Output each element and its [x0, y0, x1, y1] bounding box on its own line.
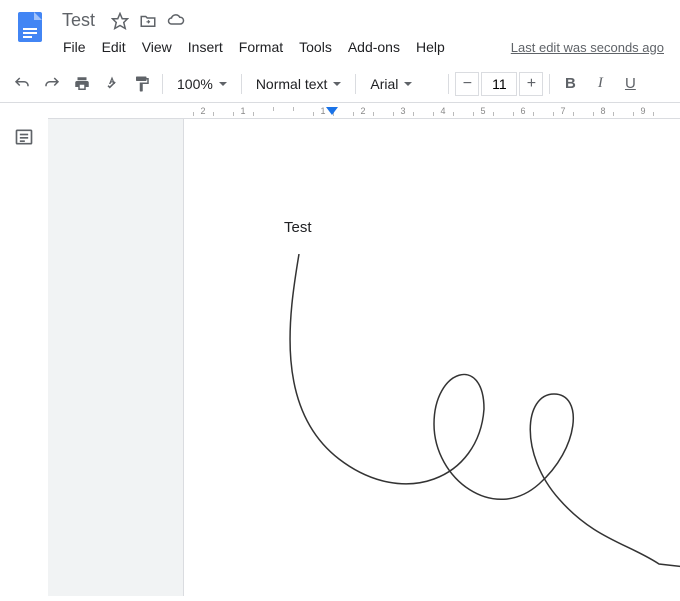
ruler-tick: 8: [583, 106, 623, 116]
chevron-down-icon: [333, 82, 341, 86]
move-folder-icon[interactable]: [139, 12, 157, 30]
left-sidebar: [0, 103, 48, 596]
ruler-tick: 1: [223, 106, 263, 116]
spellcheck-button[interactable]: [98, 70, 126, 98]
docs-logo-icon[interactable]: [12, 8, 48, 44]
menu-help[interactable]: Help: [409, 35, 452, 59]
zoom-value: 100%: [177, 76, 213, 92]
ruler-tick: 6: [503, 106, 543, 116]
header-main: Test File Edit View Insert Format Tools …: [56, 8, 668, 59]
toolbar: 100% Normal text Arial − + B I U: [0, 65, 680, 103]
chevron-down-icon: [219, 82, 227, 86]
undo-button[interactable]: [8, 70, 36, 98]
font-size-decrease-button[interactable]: −: [455, 72, 479, 96]
document-area: 21123456789 Test: [48, 103, 680, 596]
menu-view[interactable]: View: [135, 35, 179, 59]
star-icon[interactable]: [111, 12, 129, 30]
body-text[interactable]: Test: [284, 219, 680, 236]
toolbar-separator: [448, 74, 449, 94]
style-value: Normal text: [256, 76, 328, 92]
ruler-tick: 4: [423, 106, 463, 116]
menu-insert[interactable]: Insert: [181, 35, 230, 59]
menu-tools[interactable]: Tools: [292, 35, 339, 59]
menu-addons[interactable]: Add-ons: [341, 35, 407, 59]
font-size-group: − +: [455, 72, 543, 96]
document-title[interactable]: Test: [56, 8, 101, 33]
zoom-dropdown[interactable]: 100%: [169, 70, 235, 98]
title-row: Test: [56, 8, 668, 33]
toolbar-separator: [549, 74, 550, 94]
print-button[interactable]: [68, 70, 96, 98]
scribble-drawing[interactable]: [284, 254, 680, 574]
menu-file[interactable]: File: [56, 35, 93, 59]
font-value: Arial: [370, 76, 398, 92]
page-content[interactable]: Test: [184, 119, 680, 236]
paint-format-button[interactable]: [128, 70, 156, 98]
menubar: File Edit View Insert Format Tools Add-o…: [56, 35, 668, 59]
menu-format[interactable]: Format: [232, 35, 290, 59]
italic-button[interactable]: I: [586, 70, 614, 98]
ruler-tick: 7: [543, 106, 583, 116]
redo-button[interactable]: [38, 70, 66, 98]
horizontal-ruler[interactable]: 21123456789: [48, 103, 680, 119]
ruler-tick: 2: [343, 106, 383, 116]
ruler-indent-marker[interactable]: [326, 107, 338, 115]
toolbar-separator: [162, 74, 163, 94]
font-size-increase-button[interactable]: +: [519, 72, 543, 96]
ruler-tick: 2: [183, 106, 223, 116]
bold-button[interactable]: B: [556, 70, 584, 98]
ruler-tick: 9: [623, 106, 663, 116]
font-dropdown[interactable]: Arial: [362, 70, 442, 98]
ruler-tick: 5: [463, 106, 503, 116]
outline-icon[interactable]: [14, 127, 34, 147]
ruler-tick: 3: [383, 106, 423, 116]
style-dropdown[interactable]: Normal text: [248, 70, 350, 98]
workspace: 21123456789 Test: [0, 103, 680, 596]
menu-edit[interactable]: Edit: [95, 35, 133, 59]
chevron-down-icon: [404, 82, 412, 86]
underline-button[interactable]: U: [616, 70, 644, 98]
toolbar-separator: [355, 74, 356, 94]
cloud-status-icon[interactable]: [167, 12, 185, 30]
last-edit-link[interactable]: Last edit was seconds ago: [511, 40, 668, 55]
page[interactable]: Test: [183, 119, 680, 596]
toolbar-separator: [241, 74, 242, 94]
font-size-input[interactable]: [481, 72, 517, 96]
app-header: Test File Edit View Insert Format Tools …: [0, 0, 680, 59]
